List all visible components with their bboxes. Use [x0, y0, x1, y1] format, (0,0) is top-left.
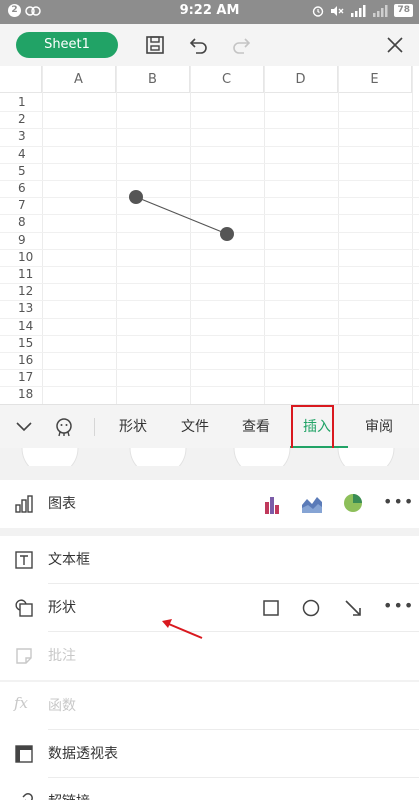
- tab-shapes[interactable]: 形状: [110, 405, 156, 449]
- status-bar: 2 9:22 AM 78: [0, 0, 419, 24]
- alarm-icon: [313, 5, 324, 17]
- textbox-icon: [15, 551, 33, 569]
- insert-panel: 图表 ••• 文本框 形状 ••• 批注 fx 函数 数据透视表: [0, 448, 419, 800]
- pivot-table-icon: [15, 745, 33, 763]
- collapse-chevron-icon[interactable]: [15, 419, 33, 435]
- top-toolbar: Sheet1: [0, 24, 419, 66]
- textbox-label: 文本框: [48, 552, 90, 568]
- signal-icon-2: [373, 4, 388, 17]
- assistant-icon[interactable]: [53, 416, 75, 438]
- function-row[interactable]: fx 函数: [0, 682, 419, 730]
- tab-review[interactable]: 审阅: [356, 405, 402, 449]
- hyperlink-label: 超链接: [48, 778, 90, 800]
- more-charts-icon[interactable]: •••: [383, 492, 414, 511]
- comment-label: 批注: [48, 648, 76, 664]
- status-right: 78: [312, 4, 413, 17]
- line-handle-start[interactable]: [129, 190, 143, 204]
- line-shape[interactable]: [0, 66, 419, 404]
- chart-card: 图表 •••: [0, 480, 419, 528]
- close-icon[interactable]: [383, 33, 407, 57]
- save-icon[interactable]: [143, 33, 167, 57]
- column-chart-icon[interactable]: [262, 494, 280, 514]
- annotation-arrow-icon: [162, 619, 203, 639]
- function-icon: fx: [14, 694, 29, 712]
- more-shapes-icon[interactable]: •••: [383, 596, 414, 615]
- redo-icon[interactable]: [229, 33, 253, 57]
- sheet-name-button[interactable]: Sheet1: [16, 32, 118, 58]
- data-card: fx 函数 数据透视表 超链接: [0, 682, 419, 800]
- pivot-table-row[interactable]: 数据透视表: [0, 730, 419, 778]
- line-handle-end[interactable]: [220, 227, 234, 241]
- scrolled-items-edge: [21, 448, 395, 466]
- textbox-row[interactable]: 文本框: [0, 536, 419, 584]
- chart-row[interactable]: 图表 •••: [0, 480, 419, 528]
- shape-label: 形状: [48, 600, 76, 616]
- mute-icon: [331, 5, 344, 16]
- chart-label: 图表: [48, 496, 76, 512]
- signal-icon: [351, 4, 366, 17]
- hyperlink-icon: [22, 793, 33, 800]
- hyperlink-row[interactable]: 超链接: [0, 778, 419, 800]
- circle-shape-icon[interactable]: [302, 599, 320, 617]
- pie-chart-icon[interactable]: [343, 493, 363, 513]
- ribbon-tab-bar: 形状 文件 查看 插入 审阅: [0, 404, 419, 449]
- tab-view[interactable]: 查看: [233, 405, 279, 449]
- area-chart-icon[interactable]: [302, 495, 322, 513]
- function-label: 函数: [48, 698, 76, 714]
- shape-icon: [15, 599, 33, 617]
- rectangle-shape-icon[interactable]: [263, 600, 279, 616]
- battery-level: 78: [394, 4, 413, 17]
- pivot-table-label: 数据透视表: [48, 746, 118, 762]
- tab-file[interactable]: 文件: [172, 405, 218, 449]
- bar-chart-icon: [15, 495, 33, 513]
- comment-icon: [16, 648, 32, 664]
- undo-icon[interactable]: [187, 33, 211, 57]
- arrow-shape-icon[interactable]: [344, 599, 362, 617]
- spreadsheet-grid[interactable]: A B C D E 1 2 3 4 5 6 7 8 9 10 11 12 13 14 15 16 17 18: [0, 66, 419, 404]
